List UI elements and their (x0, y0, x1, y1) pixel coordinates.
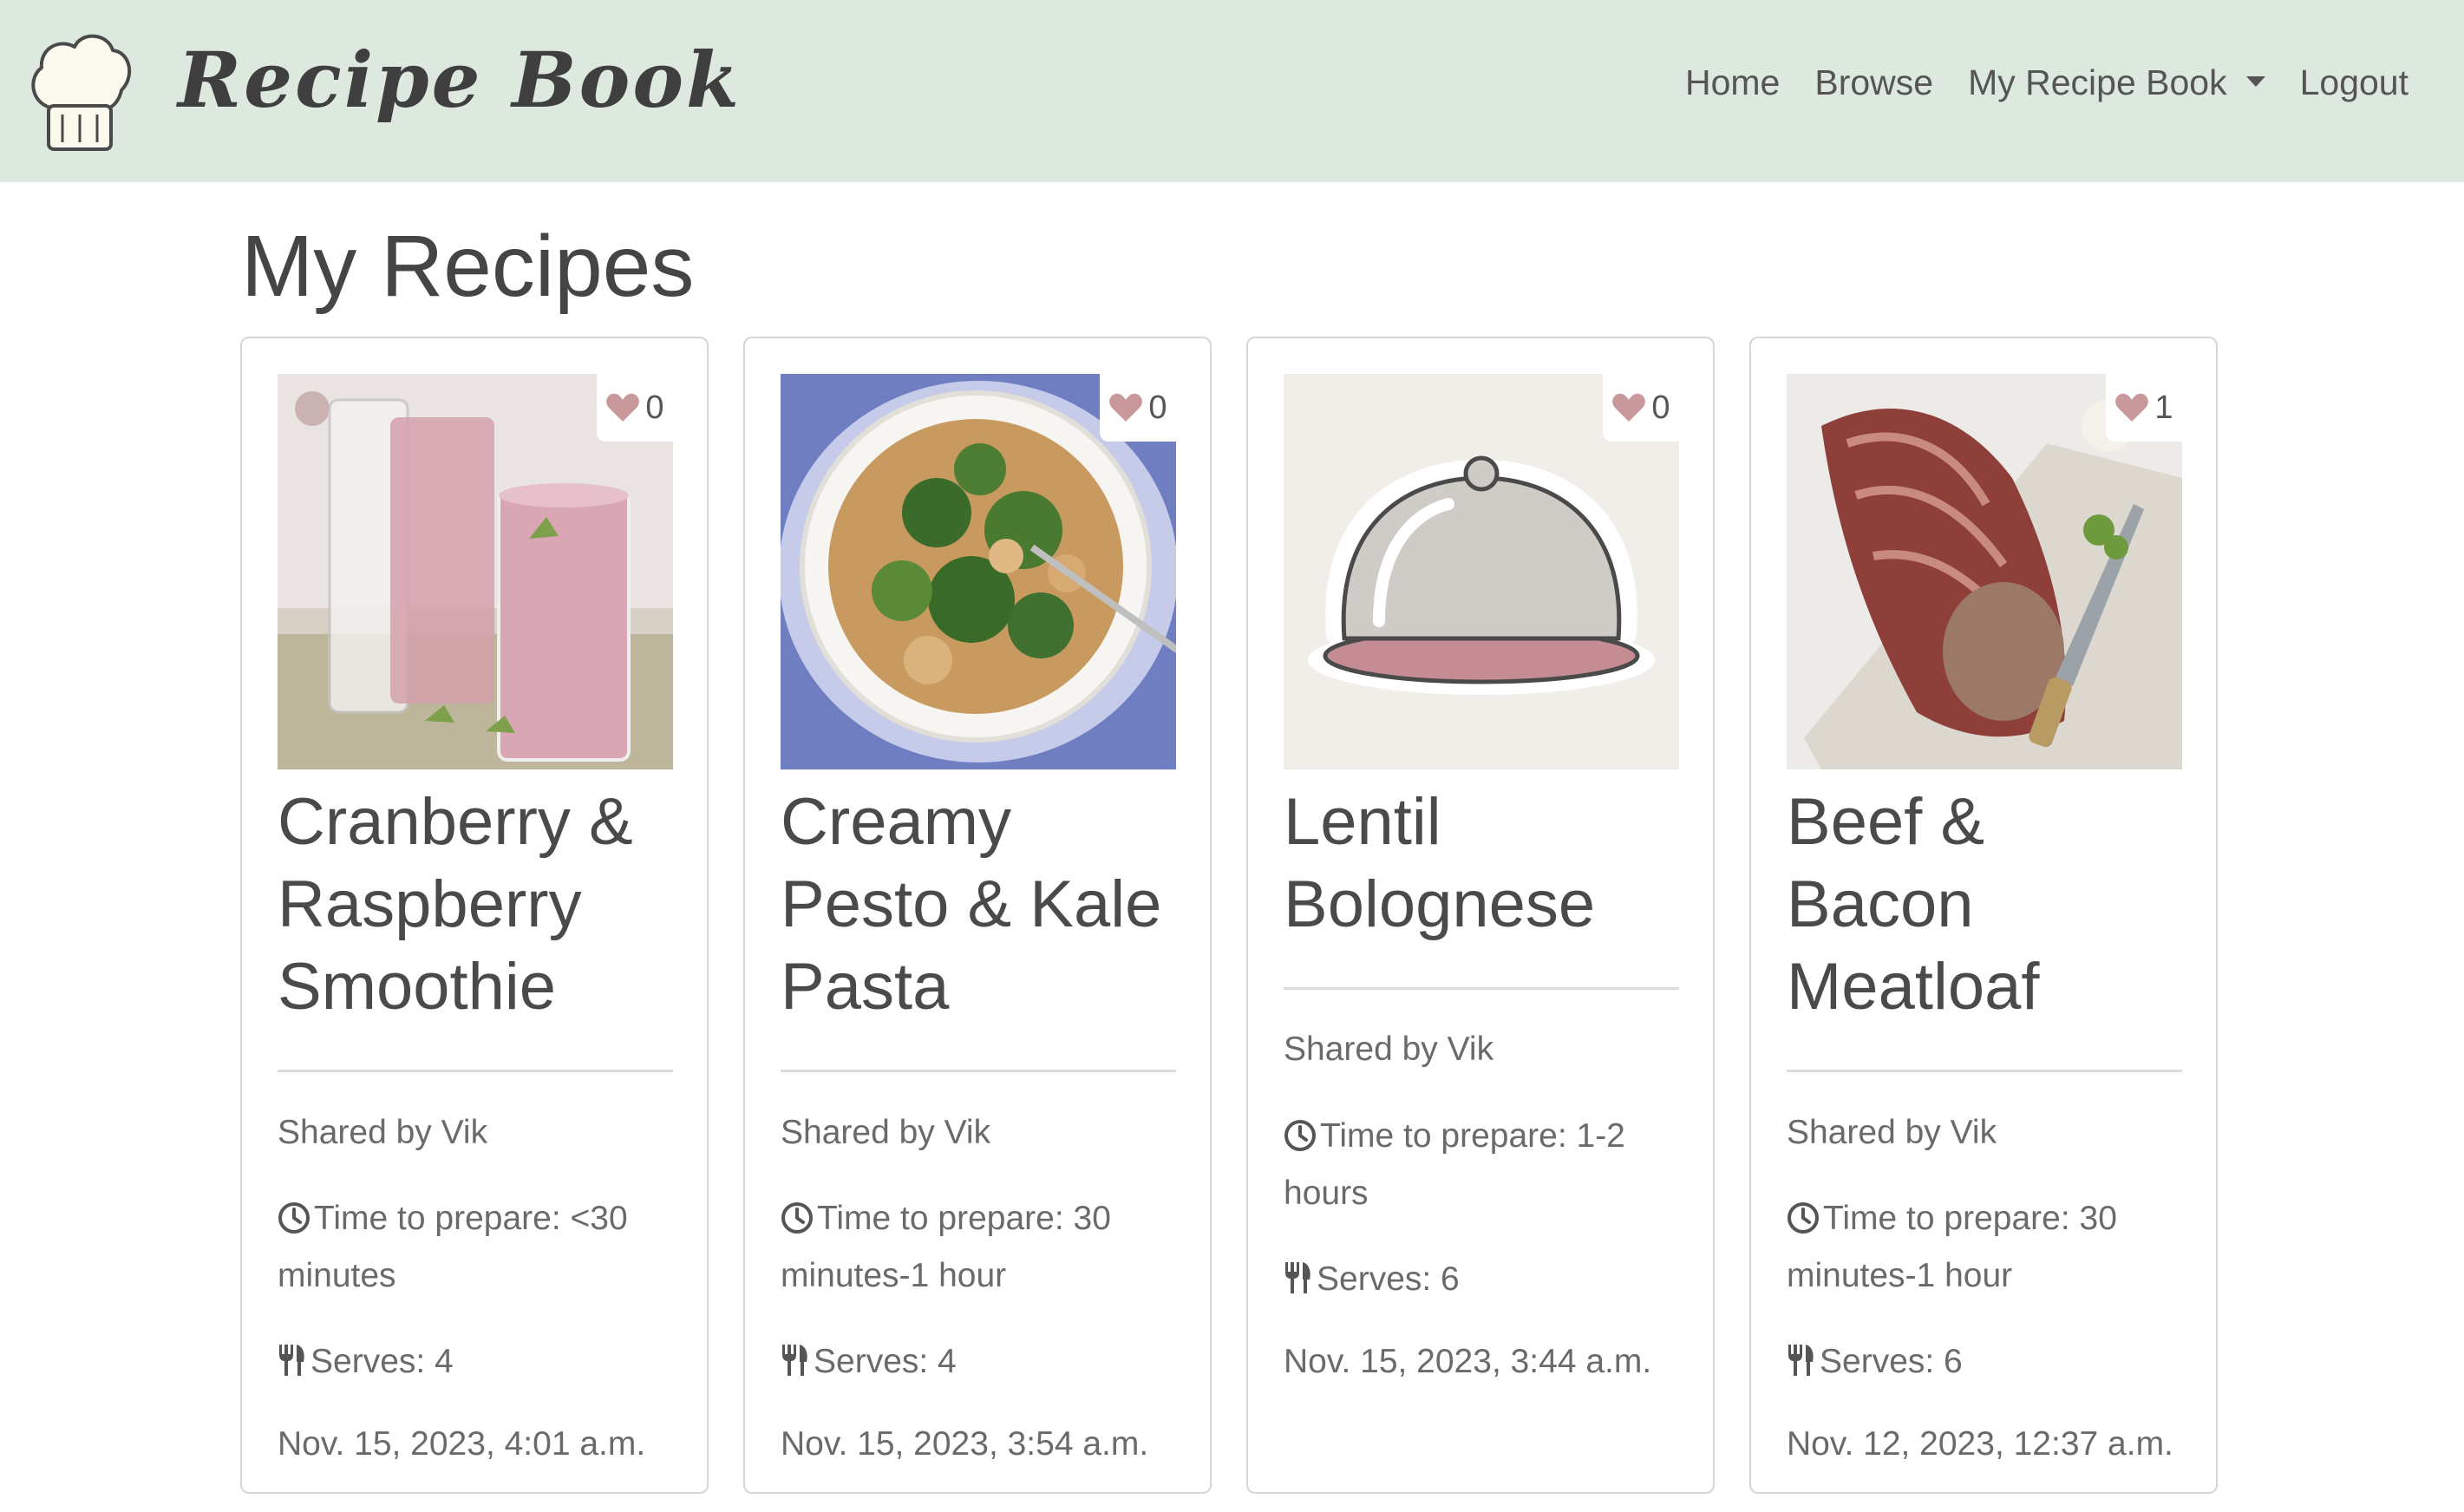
serves: Serves: 6 (1787, 1336, 2186, 1393)
clock-icon (1787, 1198, 1820, 1250)
card-divider (1284, 987, 1679, 990)
utensils-icon (278, 1341, 307, 1393)
heart-icon (1611, 392, 1646, 423)
prep-time-text: Time to prepare: 30 minutes-1 hour (1787, 1200, 2117, 1294)
nav-logout[interactable]: Logout (2300, 62, 2408, 103)
likes-badge[interactable]: 1 (2106, 374, 2182, 442)
prep-time: Time to prepare: 1-2 hours (1284, 1110, 1683, 1220)
prep-time: Time to prepare: 30 minutes-1 hour (1787, 1193, 2186, 1302)
recipe-title[interactable]: Beef & Bacon Meatloaf (1787, 781, 2186, 1028)
heart-icon (1108, 392, 1143, 423)
nav-links: Home Browse My Recipe Book Logout (1685, 62, 2408, 103)
prep-time-text: Time to prepare: 30 minutes-1 hour (781, 1200, 1111, 1294)
utensils-icon (1284, 1259, 1313, 1311)
recipe-image[interactable]: 0 (781, 374, 1176, 769)
caret-down-icon (2245, 76, 2265, 88)
recipe-title[interactable]: Creamy Pesto & Kale Pasta (781, 781, 1180, 1028)
card-divider (781, 1070, 1176, 1072)
heart-icon (2114, 392, 2149, 423)
nav-home[interactable]: Home (1685, 62, 1780, 103)
card-divider (1787, 1070, 2182, 1072)
clock-icon (1284, 1116, 1317, 1168)
recipe-image[interactable]: 0 (278, 374, 673, 769)
serves-text: Serves: 4 (310, 1343, 454, 1380)
created-date: Nov. 15, 2023, 3:54 a.m. (781, 1425, 1149, 1463)
heart-icon (605, 392, 640, 423)
created-date: Nov. 12, 2023, 12:37 a.m. (1787, 1425, 2173, 1463)
shared-by: Shared by Vik (278, 1114, 488, 1151)
likes-count: 1 (2154, 389, 2173, 426)
navbar: Recipe Book Home Browse My Recipe Book L… (0, 0, 2464, 182)
utensils-icon (781, 1341, 810, 1393)
nav-my-recipe-book-label: My Recipe Book (1968, 62, 2227, 102)
likes-count: 0 (1148, 389, 1167, 426)
page-title: My Recipes (241, 218, 695, 315)
brand-title[interactable]: Recipe Book (178, 35, 742, 125)
shared-by: Shared by Vik (1284, 1031, 1494, 1068)
likes-badge[interactable]: 0 (1100, 374, 1176, 442)
prep-time: Time to prepare: <30 minutes (278, 1193, 676, 1302)
recipe-card[interactable]: 0 Creamy Pesto & Kale Pasta Shared by Vi… (743, 337, 1212, 1494)
clock-icon (278, 1198, 310, 1250)
likes-badge[interactable]: 0 (597, 374, 673, 442)
serves: Serves: 4 (781, 1336, 1180, 1393)
serves-text: Serves: 4 (814, 1343, 957, 1380)
serves-text: Serves: 6 (1820, 1343, 1963, 1380)
chef-hat-icon[interactable] (24, 28, 134, 154)
recipe-title[interactable]: Cranberry & Raspberry Smoothie (278, 781, 676, 1028)
prep-time-text: Time to prepare: <30 minutes (278, 1200, 628, 1294)
clock-icon (781, 1198, 814, 1250)
likes-count: 0 (645, 389, 664, 426)
recipe-card[interactable]: 0 Cranberry & Raspberry Smoothie Shared … (240, 337, 709, 1494)
likes-badge[interactable]: 0 (1603, 374, 1679, 442)
created-date: Nov. 15, 2023, 3:44 a.m. (1284, 1343, 1652, 1380)
card-divider (278, 1070, 673, 1072)
serves-text: Serves: 6 (1317, 1260, 1460, 1298)
recipe-image[interactable]: 0 (1284, 374, 1679, 769)
prep-time-text: Time to prepare: 1-2 hours (1284, 1117, 1625, 1212)
shared-by: Shared by Vik (1787, 1114, 1997, 1151)
recipe-card[interactable]: 0 Lentil Bolognese Shared by Vik Time to… (1246, 337, 1715, 1494)
shared-by: Shared by Vik (781, 1114, 991, 1151)
recipe-title[interactable]: Lentil Bolognese (1284, 781, 1683, 946)
serves: Serves: 4 (278, 1336, 676, 1393)
likes-count: 0 (1651, 389, 1670, 426)
recipe-card[interactable]: 1 Beef & Bacon Meatloaf Shared by Vik Ti… (1749, 337, 2218, 1494)
recipe-image[interactable]: 1 (1787, 374, 2182, 769)
serves: Serves: 6 (1284, 1253, 1683, 1311)
utensils-icon (1787, 1341, 1816, 1393)
prep-time: Time to prepare: 30 minutes-1 hour (781, 1193, 1180, 1302)
nav-my-recipe-book[interactable]: My Recipe Book (1968, 62, 2265, 103)
nav-browse[interactable]: Browse (1814, 62, 1933, 103)
created-date: Nov. 15, 2023, 4:01 a.m. (278, 1425, 646, 1463)
